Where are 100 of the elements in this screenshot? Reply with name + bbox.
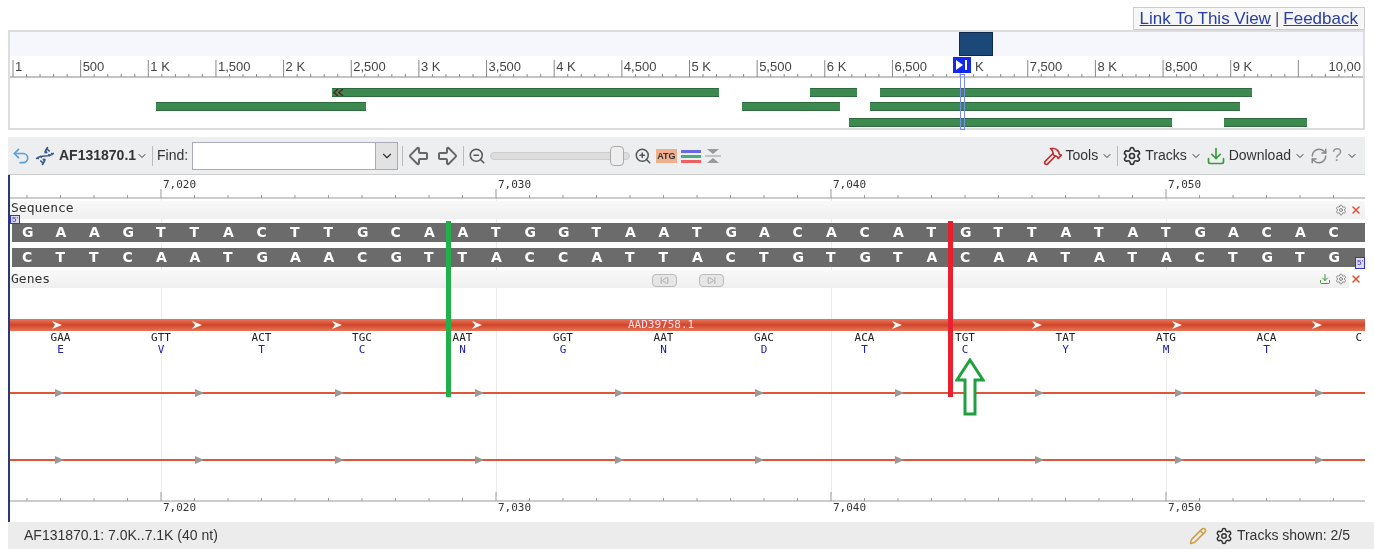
pencil-icon[interactable] — [1188, 526, 1207, 545]
header-link[interactable]: Feedback — [1283, 5, 1358, 32]
previous-button[interactable] — [652, 274, 677, 287]
nucleotide: C — [390, 223, 401, 242]
nucleotide: G — [792, 248, 804, 267]
gene-feature-bar[interactable] — [1224, 118, 1307, 127]
toolbar-menu[interactable]: Tracks — [1122, 145, 1202, 166]
skip-forward-icon — [707, 276, 716, 285]
nucleotide: A — [591, 248, 603, 267]
nucleotide: A — [89, 223, 100, 242]
gene-feature-bar[interactable] — [742, 102, 840, 111]
ruler-label: 10,00 — [1328, 59, 1361, 74]
ruler-label: 2 K — [285, 59, 306, 74]
link-separator: | — [1274, 7, 1280, 30]
ruler-label: 4 K — [556, 59, 576, 74]
toolbar-menu[interactable]: Download — [1205, 145, 1306, 166]
zoom-out-icon[interactable] — [468, 146, 487, 165]
nucleotide: T — [223, 248, 233, 267]
nucleotide: T — [55, 248, 66, 267]
nucleotide: G — [22, 223, 34, 242]
zoom-in-icon[interactable] — [634, 146, 653, 165]
nucleotide: A — [156, 248, 167, 267]
header-link[interactable]: Link To This View — [1139, 5, 1271, 32]
nucleotide: A — [323, 248, 335, 267]
nucleotide: C — [122, 248, 133, 267]
direction-arrow-icon — [192, 321, 202, 329]
color-tracks-icon[interactable] — [680, 147, 701, 164]
nucleotide: C — [558, 248, 569, 267]
nucleotide: T — [1161, 223, 1171, 242]
codon: TGC — [352, 332, 372, 344]
ruler-label: 1,500 — [217, 59, 251, 74]
nucleotide: A — [290, 248, 301, 267]
sequence-dropdown[interactable]: AF131870.1 — [59, 145, 149, 166]
codon: ACA — [854, 332, 875, 344]
viewport-marker[interactable] — [953, 57, 971, 73]
nucleotide: A — [826, 223, 837, 242]
nucleotide: A — [1094, 248, 1105, 267]
direction-arrow-icon — [472, 321, 482, 329]
find-field[interactable] — [192, 141, 399, 170]
codon: ACT — [251, 332, 272, 344]
collapse-icon[interactable] — [704, 147, 721, 164]
download-icon[interactable] — [1319, 273, 1331, 285]
gene-feature-bar[interactable] — [849, 118, 1172, 127]
ruler-label: 4,500 — [623, 59, 657, 74]
nucleotide: T — [323, 223, 334, 242]
amino-acid: N — [660, 344, 667, 355]
ruler-label: 7,050 — [1168, 178, 1202, 191]
nucleotide: A — [993, 248, 1005, 267]
tracks-shown-text: Tracks shown: 2/5 — [1236, 526, 1350, 545]
nucleotide: C — [357, 248, 368, 267]
nucleotide: T — [1127, 248, 1138, 267]
nucleotide: A — [424, 223, 435, 242]
gene-feature-bar[interactable] — [156, 102, 366, 111]
nucleotide: G — [1261, 248, 1273, 267]
gene-feature-bar[interactable] — [810, 88, 857, 97]
gene-feature-bar[interactable] — [332, 88, 719, 97]
nucleotide: T — [1295, 248, 1305, 267]
nucleotide: T — [692, 223, 702, 242]
codon: GTT — [151, 332, 171, 344]
amino-acid: V — [157, 344, 165, 355]
nucleotide: G — [960, 223, 972, 242]
ruler-label: K — [975, 59, 984, 74]
zoom-slider[interactable] — [490, 145, 631, 166]
codon: ATG — [1156, 332, 1176, 344]
reverse-chevron-icon — [333, 89, 345, 96]
toolbar-menu[interactable]: Tools — [1042, 145, 1114, 166]
close-icon[interactable] — [1350, 273, 1362, 285]
refresh-icon[interactable] — [1310, 146, 1328, 165]
nucleotide: C — [22, 248, 33, 267]
ruler-label: 6 K — [826, 59, 847, 74]
nucleotide: G — [122, 223, 134, 242]
ruler-label: 7,020 — [163, 501, 197, 514]
nucleotide: A — [658, 223, 670, 242]
direction-arrow-icon — [1312, 321, 1322, 329]
ruler-label: 7,500 — [1029, 59, 1063, 74]
amino-acid: C — [358, 344, 366, 355]
gene-feature-bar[interactable] — [870, 102, 1240, 111]
nucleotide: A — [692, 248, 703, 267]
nucleotide: T — [189, 223, 200, 242]
ruler-label: 7,040 — [833, 178, 867, 191]
nucleotide: T — [1094, 223, 1104, 242]
nucleotide: T — [893, 248, 903, 267]
close-icon[interactable] — [1350, 204, 1362, 216]
next-button[interactable] — [699, 274, 724, 287]
nucleotide: C — [859, 223, 870, 242]
settings-icon[interactable] — [1214, 526, 1233, 545]
codon: TGT — [955, 332, 975, 344]
nucleotide: A — [1060, 223, 1072, 242]
nucleotide: T — [1228, 248, 1238, 267]
gene-feature-bar[interactable] — [880, 88, 1252, 97]
dna-icon[interactable] — [35, 145, 55, 166]
amino-acid: N — [459, 344, 466, 355]
nucleotide: C — [1328, 223, 1339, 242]
nucleotide: T — [658, 248, 669, 267]
codon: GGT — [553, 332, 573, 344]
tools-icon — [1042, 145, 1063, 166]
translate-button[interactable]: ATG — [656, 148, 677, 163]
zoom-slider-thumb[interactable] — [609, 145, 624, 166]
nucleotide: T — [926, 223, 937, 242]
direction-arrow-icon — [892, 321, 902, 329]
